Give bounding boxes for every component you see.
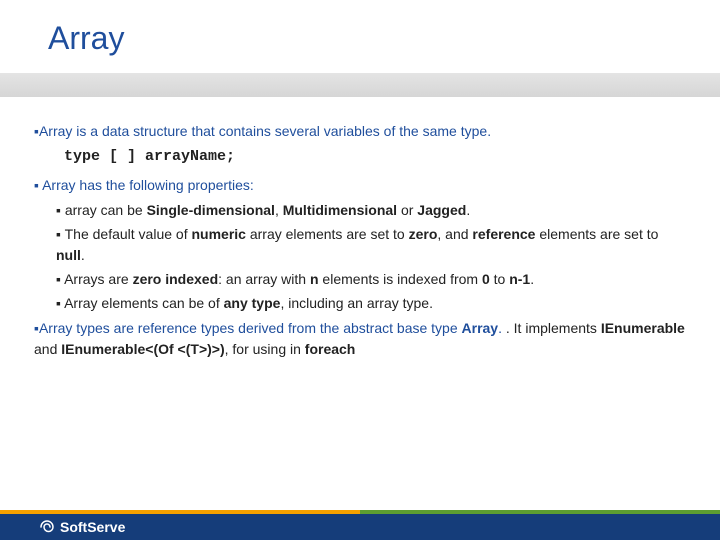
t: Multidimensional <box>283 202 397 218</box>
footer: SoftServe <box>0 510 720 540</box>
t: . <box>498 320 502 336</box>
t: n-1 <box>509 271 530 287</box>
t: Array <box>462 320 499 336</box>
bullet-marker: ▪ <box>56 295 61 311</box>
t: array elements are set to <box>246 226 409 242</box>
t: . <box>530 271 534 287</box>
t: . <box>466 202 470 218</box>
t: reference <box>472 226 535 242</box>
t: and <box>34 341 61 357</box>
t: Arrays are <box>64 271 132 287</box>
footer-bar: SoftServe <box>0 514 720 540</box>
slide-title: Array <box>0 0 720 67</box>
t: any type <box>224 295 281 311</box>
bullet-2-lead: Array has the following properties: <box>42 177 254 193</box>
t: . <box>81 247 85 263</box>
sub-bullet: ▪ Arrays are zero indexed: an array with… <box>34 269 686 290</box>
content: ▪ Array is a data structure that contains… <box>0 121 720 360</box>
brand-name: SoftServe <box>60 519 125 535</box>
t: The default value of <box>65 226 192 242</box>
t: IEnumerable<(Of <(T>)>) <box>61 341 224 357</box>
t: IEnumerable <box>601 320 685 336</box>
t: zero indexed <box>133 271 219 287</box>
t: , for using in <box>225 341 305 357</box>
t: Array elements can be of <box>64 295 224 311</box>
t: to <box>490 271 509 287</box>
bullet-3: ▪Array types are reference types derived… <box>34 318 686 360</box>
code-line: type [ ] arrayName; <box>34 146 686 169</box>
t: Jagged <box>417 202 466 218</box>
t: or <box>397 202 417 218</box>
t: Single-dimensional <box>147 202 275 218</box>
bullet-marker: ▪ <box>56 271 61 287</box>
t: . It implements <box>506 320 601 336</box>
bullet-1: ▪Array is a data structure that contains… <box>34 121 686 142</box>
t: , including an array type. <box>280 295 433 311</box>
t: 0 <box>482 271 490 287</box>
title-bar <box>0 73 720 97</box>
t: elements are set to <box>535 226 658 242</box>
bullet-2: ▪ Array has the following properties: <box>34 175 686 196</box>
t: numeric <box>191 226 245 242</box>
bullet-1-text: Array is a data structure that contains … <box>39 123 491 139</box>
swirl-icon <box>38 518 56 536</box>
sub-bullet: ▪ Array elements can be of any type, inc… <box>34 293 686 314</box>
t: array can be <box>65 202 147 218</box>
bullet-marker: ▪ <box>34 177 39 193</box>
sub-bullet: ▪ array can be Single-dimensional, Multi… <box>34 200 686 221</box>
t: zero <box>409 226 438 242</box>
brand-logo: SoftServe <box>38 518 125 536</box>
t: elements is indexed from <box>319 271 482 287</box>
t: , <box>275 202 283 218</box>
t: : an array with <box>218 271 310 287</box>
sub-bullet: ▪ The default value of numeric array ele… <box>34 224 686 266</box>
t: null <box>56 247 81 263</box>
t: , and <box>437 226 472 242</box>
bullet-marker: ▪ <box>56 226 61 242</box>
t: n <box>310 271 319 287</box>
t: foreach <box>305 341 356 357</box>
t: Array types are reference types derived … <box>39 320 462 336</box>
bullet-marker: ▪ <box>56 202 61 218</box>
